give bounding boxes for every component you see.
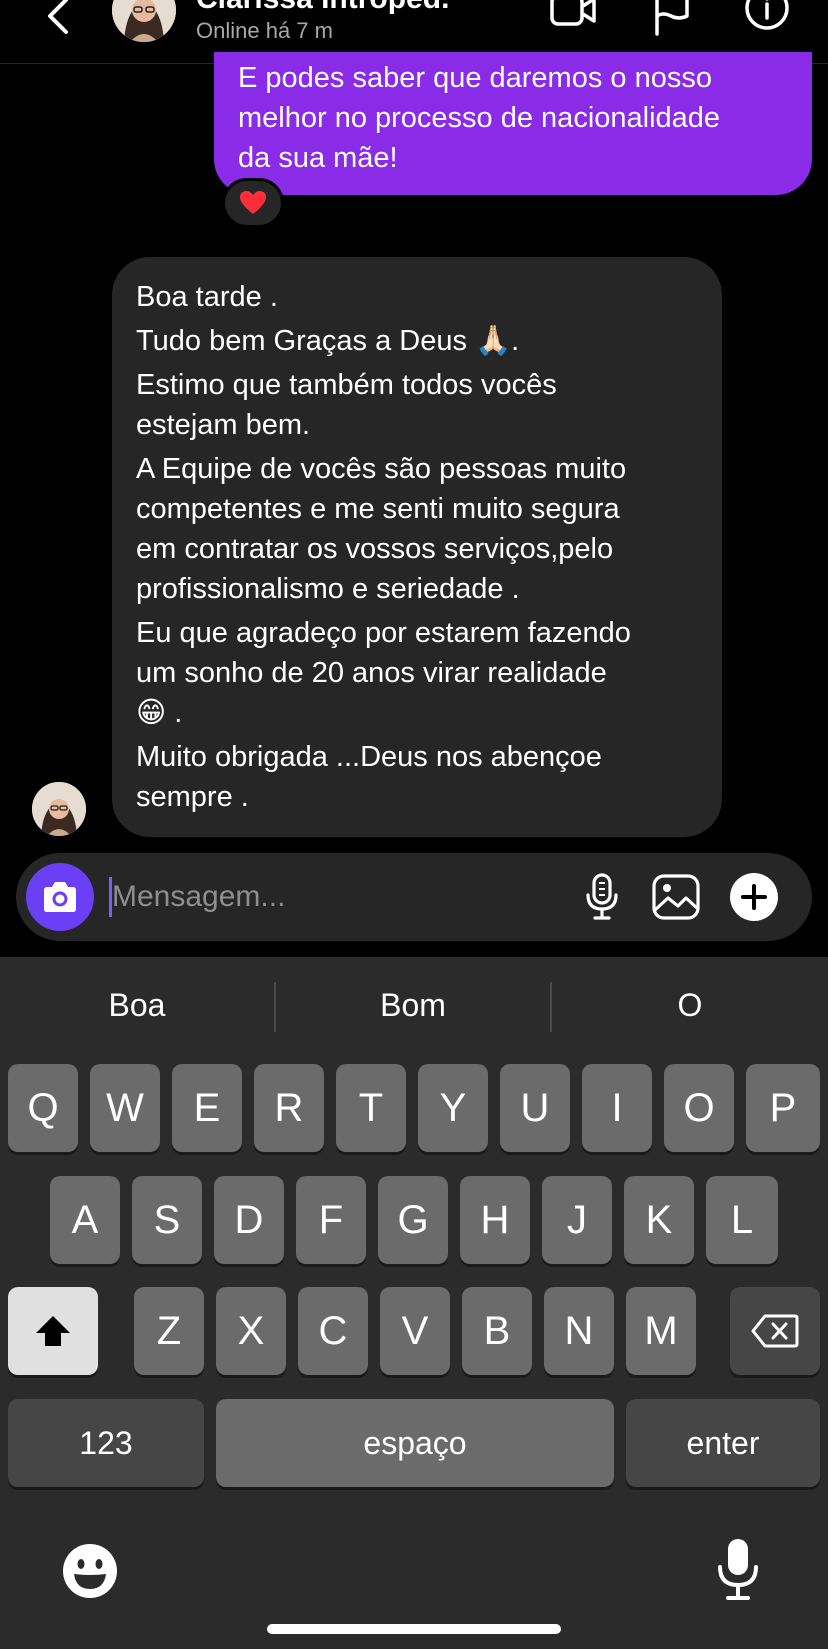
key[interactable]: A [50,1176,120,1264]
camera-icon[interactable] [26,863,94,931]
outgoing-message[interactable]: E podes saber que daremos o nosso melhor… [214,52,812,195]
key[interactable]: Y [418,1064,488,1152]
flag-icon[interactable] [646,0,696,38]
space-key[interactable]: espaço [216,1399,614,1487]
message-paragraph: A Equipe de vocês são pessoas muito comp… [136,449,698,609]
info-icon[interactable] [742,0,792,38]
emoji-icon[interactable] [62,1543,118,1599]
contact-name[interactable]: Clarissa Introped. [196,0,449,16]
message-paragraph: Muito obrigada ...Deus nos abençoe sempr… [136,737,698,817]
key[interactable]: T [336,1064,406,1152]
shift-key[interactable] [8,1287,98,1375]
message-line: profissionalismo e seriedade . [136,573,520,605]
message-line: E podes saber que daremos o nosso [238,62,712,94]
key[interactable]: U [500,1064,570,1152]
keyboard: Boa Bom O Q W E R T Y U I O P A S D F G … [0,957,828,1649]
message-line: melhor no processo de nacionalidade [238,102,721,134]
suggestion[interactable]: O [552,957,828,1053]
key[interactable]: F [296,1176,366,1264]
message-line: 😁 . [136,697,183,729]
key[interactable]: P [746,1064,820,1152]
message-composer [16,853,812,941]
key[interactable]: M [626,1287,696,1375]
plus-icon[interactable] [728,871,780,923]
key[interactable]: S [132,1176,202,1264]
key[interactable]: B [462,1287,532,1375]
dictation-icon[interactable] [716,1537,760,1603]
video-call-icon[interactable] [548,0,598,38]
sender-avatar[interactable] [32,782,86,836]
message-input[interactable] [112,871,532,923]
backspace-key[interactable] [730,1287,820,1375]
suggestion[interactable]: Bom [276,957,550,1053]
key[interactable]: L [706,1176,778,1264]
message-line: Muito obrigada ...Deus nos abençoe [136,741,602,773]
message-line: da sua mãe! [238,142,398,174]
suggestion[interactable]: Boa [0,957,274,1053]
message-line: competentes e me senti muito segura [136,493,620,525]
key[interactable]: Z [134,1287,204,1375]
heart-reaction[interactable] [222,178,284,228]
message-paragraph: Tudo bem Graças a Deus 🙏🏻. [136,321,698,361]
backspace-icon [751,1314,799,1348]
message-line: Tudo bem Graças a Deus 🙏🏻. [136,325,520,357]
message-line: Eu que agradeço por estarem fazendo [136,617,631,649]
numbers-key[interactable]: 123 [8,1399,204,1487]
chevron-left-icon[interactable] [38,0,78,40]
key[interactable]: O [664,1064,734,1152]
key[interactable]: C [298,1287,368,1375]
message-paragraph: Eu que agradeço por estarem fazendo um s… [136,613,698,733]
message-line: em contratar os vossos serviços,pelo [136,533,614,565]
message-paragraph: Estimo que também todos vocês estejam be… [136,365,698,445]
key[interactable]: Q [8,1064,78,1152]
key[interactable]: R [254,1064,324,1152]
key[interactable]: E [172,1064,242,1152]
home-indicator[interactable] [267,1624,561,1634]
avatar[interactable] [112,0,176,42]
message-line: A Equipe de vocês são pessoas muito [136,453,627,485]
message-line: Boa tarde . [136,281,278,313]
incoming-message[interactable]: Boa tarde . Tudo bem Graças a Deus 🙏🏻. E… [112,257,722,837]
key[interactable]: D [214,1176,284,1264]
key[interactable]: X [216,1287,286,1375]
message-line: estejam bem. [136,409,311,441]
online-status: Online há 7 m [196,18,333,43]
message-line: sempre . [136,781,249,813]
message-line: um sonho de 20 anos virar realidade [136,657,607,689]
key[interactable]: N [544,1287,614,1375]
enter-key[interactable]: enter [626,1399,820,1487]
message-line: Estimo que também todos vocês [136,369,557,401]
shift-icon [36,1316,70,1346]
key[interactable]: G [378,1176,448,1264]
message-paragraph: Boa tarde . [136,277,698,317]
key[interactable]: K [624,1176,694,1264]
key[interactable]: J [542,1176,612,1264]
heart-icon [240,191,266,214]
gallery-icon[interactable] [650,871,702,923]
key[interactable]: H [460,1176,530,1264]
key[interactable]: I [582,1064,652,1152]
key[interactable]: V [380,1287,450,1375]
key[interactable]: W [90,1064,160,1152]
microphone-icon[interactable] [576,871,628,923]
